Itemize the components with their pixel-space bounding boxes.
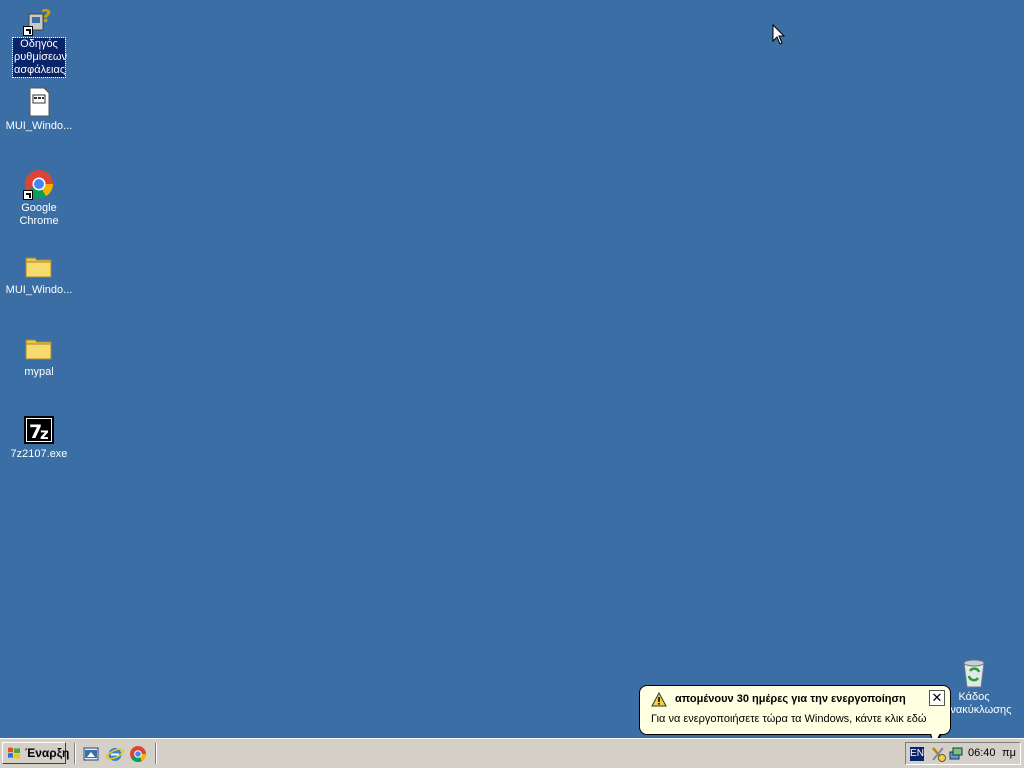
network-icon[interactable] [948,746,964,762]
desktop-icon-google-chrome[interactable]: Google Chrome [0,168,78,228]
desktop-icon-7z2107[interactable]: 7 z 7z2107.exe [0,414,78,461]
warning-icon [651,692,667,707]
security-alert-icon[interactable] [930,746,946,762]
desktop-icon-label: mypal [24,366,54,378]
system-tray: EN 06:40 πμ [905,742,1021,765]
folder-icon [23,332,55,364]
desktop-icon-mui-file[interactable]: MUI_Windo... [0,86,78,133]
mouse-cursor-icon [772,24,786,45]
taskbar-separator [155,743,157,764]
chrome-icon[interactable] [129,745,147,763]
clock-ampm: πμ [1002,747,1016,759]
desktop-icon-label: MUI_Windo... [5,120,73,132]
activation-balloon[interactable]: απομένουν 30 ημέρες για την ενεργοποίηση… [639,685,951,735]
file-icon [23,86,55,118]
folder-icon [23,250,55,282]
desktop-icon-label: Google Chrome [19,202,59,227]
windows-logo-icon [8,747,20,759]
desktop-icon-mypal[interactable]: mypal [0,332,78,379]
balloon-title: απομένουν 30 ημέρες για την ενεργοποίηση [675,693,906,705]
internet-explorer-icon[interactable] [106,745,124,763]
desktop-icon-mui-folder[interactable]: MUI_Windo... [0,250,78,297]
desktop-icon-label: Οδηγός ρυθμίσεων ασφάλειας [12,37,67,78]
desktop-icon-label: MUI_Windo... [5,284,73,296]
desktop-icon-security-wizard[interactable]: ? Οδηγός ρυθμίσεων ασφάλειας [0,4,78,78]
taskbar-separator [74,743,76,764]
taskbar: Έναρξη EN 06:40 πμ [0,738,1024,768]
svg-text:?: ? [41,6,51,27]
svg-text:z: z [40,425,49,443]
security-wizard-icon: ? [23,4,55,36]
desktop[interactable]: ? Οδηγός ρυθμίσεων ασφάλειας MUI_Windo..… [0,0,1024,738]
start-button-label: Έναρξη [25,746,70,760]
balloon-message[interactable]: Για να ενεργοποιήσετε τώρα τα Windows, κ… [651,713,926,725]
chrome-icon [23,168,55,200]
7zip-icon: 7 z [23,414,55,446]
recycle-bin-icon [958,657,990,689]
start-button[interactable]: Έναρξη [2,742,70,764]
language-indicator[interactable]: EN [910,747,924,761]
desktop-icon-label: 7z2107.exe [10,448,68,460]
desktop-icon-label: Κάδος ανακύκλωσης [944,691,1012,716]
show-desktop-icon[interactable] [82,745,100,763]
clock[interactable]: 06:40 [968,747,996,759]
close-icon[interactable]: ✕ [929,690,945,706]
